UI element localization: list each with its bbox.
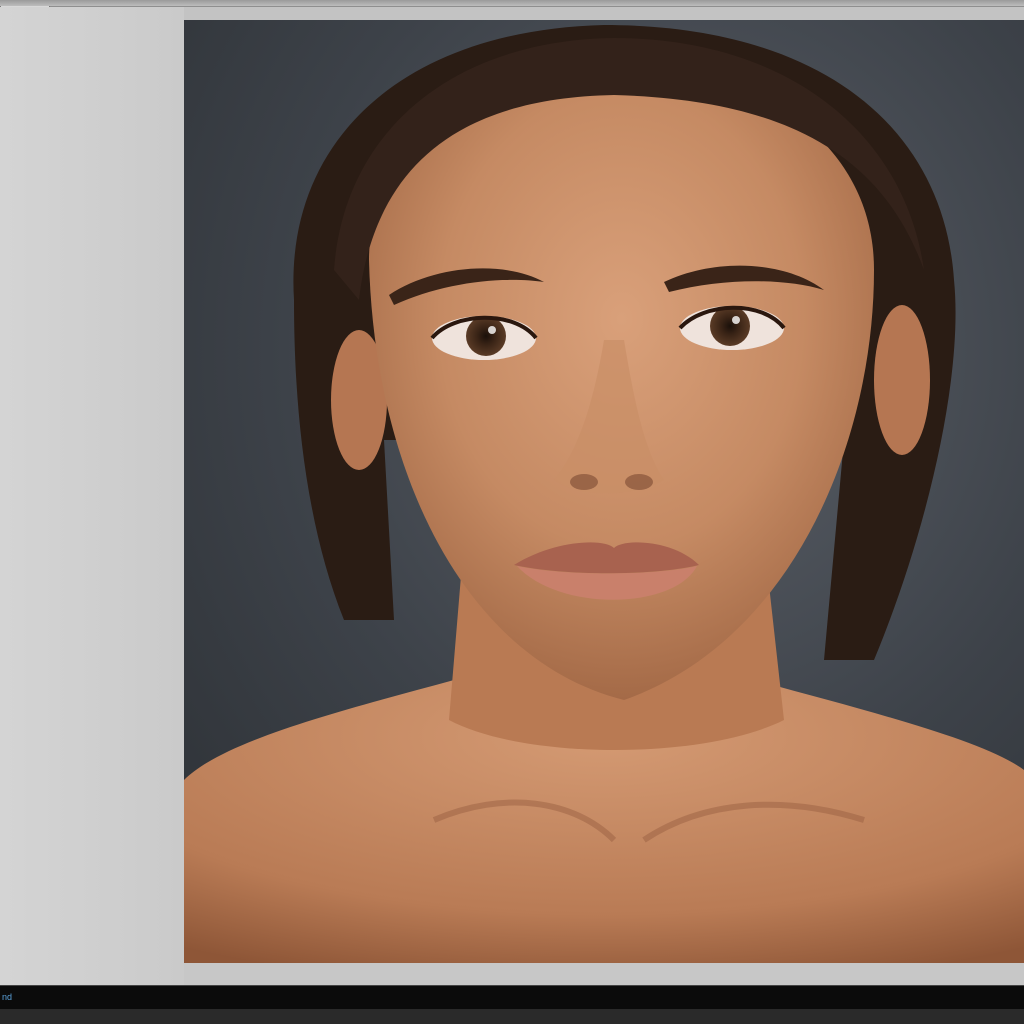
footer-bar <box>0 1009 1024 1024</box>
left-panel <box>0 7 184 985</box>
portrait-photo-icon <box>184 20 1024 963</box>
status-text: nd <box>2 992 13 1002</box>
canvas-bottom-margin <box>184 963 1024 985</box>
app-window: ––––– <box>0 0 1024 1024</box>
window-title-bar <box>0 0 1024 7</box>
portrait-image[interactable] <box>184 20 1024 963</box>
status-bar: nd <box>0 985 1024 1010</box>
